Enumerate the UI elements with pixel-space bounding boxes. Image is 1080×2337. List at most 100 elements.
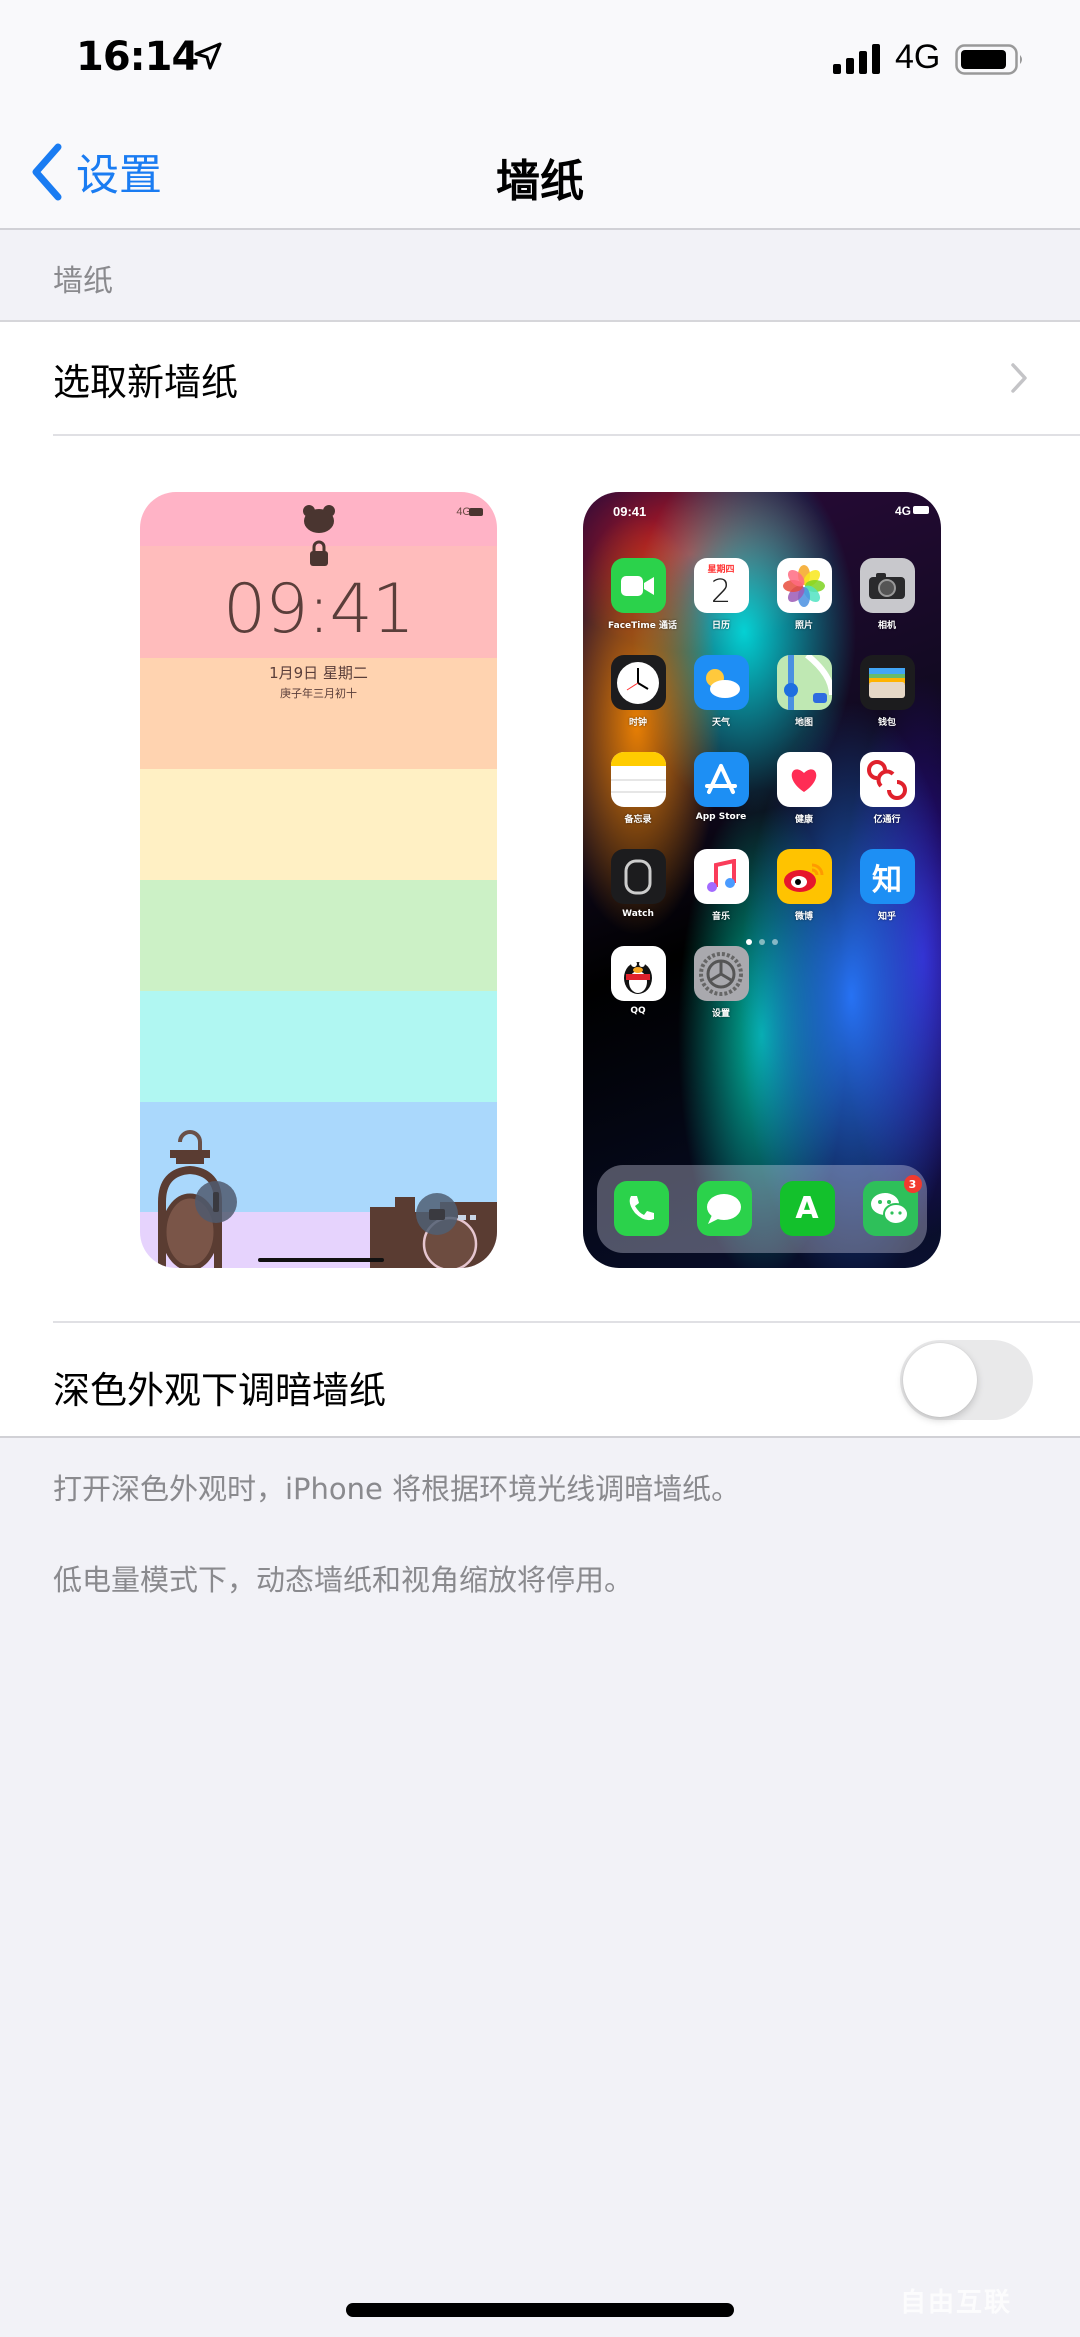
- app-label: 天气: [711, 718, 730, 728]
- app-label: 知乎: [877, 912, 896, 922]
- home-indicator[interactable]: [346, 2303, 734, 2317]
- battery-icon: [955, 44, 1022, 75]
- app-photos[interactable]: 照片: [774, 558, 834, 631]
- app-label: App Store: [695, 812, 747, 822]
- notification-badge: 3: [903, 1175, 922, 1193]
- health-icon: [776, 752, 832, 807]
- photos-icon: [776, 558, 832, 613]
- app-camera[interactable]: 相机: [857, 558, 917, 631]
- app-maps[interactable]: 地图: [774, 655, 834, 728]
- yitongxing-icon: [859, 752, 915, 807]
- messages-icon: [696, 1181, 752, 1236]
- qq-icon: [610, 946, 666, 1001]
- weibo-icon: [776, 849, 832, 904]
- divider: [53, 1321, 1080, 1323]
- dock-app-messages[interactable]: [694, 1181, 754, 1236]
- app-label: FaceTime 通话: [608, 621, 677, 631]
- app-label: 音乐: [711, 912, 730, 922]
- app-clock[interactable]: 时钟: [608, 655, 668, 728]
- app-watch[interactable]: Watch: [608, 849, 668, 919]
- lock-battery-icon: [469, 508, 483, 516]
- phone-icon: [613, 1181, 669, 1236]
- dim-wallpaper-label: 深色外观下调暗墙纸: [53, 1369, 386, 1412]
- app-store-icon: [693, 752, 749, 807]
- app-label: QQ: [630, 1006, 646, 1016]
- calendar-icon: 星期四 2: [693, 558, 749, 613]
- app-label: 亿通行: [873, 815, 901, 825]
- footer-note-dark-mode: 打开深色外观时，iPhone 将根据环境光线调暗墙纸。: [53, 1472, 741, 1506]
- page-dots: [583, 939, 941, 945]
- camera-icon: [859, 558, 915, 613]
- page-dot: [759, 939, 765, 945]
- wechat-icon: 3: [862, 1175, 922, 1236]
- app-label: 健康: [794, 815, 813, 825]
- maps-icon: [776, 655, 832, 710]
- lantern-camera-illustration: [158, 1130, 497, 1268]
- app-weibo[interactable]: 微博: [774, 849, 834, 922]
- wallet-icon: [859, 655, 915, 710]
- page-title: 墙纸: [496, 156, 584, 207]
- clock-icon: [610, 655, 666, 710]
- weather-icon: [693, 655, 749, 710]
- dock-app-phone[interactable]: [611, 1181, 671, 1236]
- lock-screen-preview[interactable]: 4G 09:41 1月9日 星期二 庚子年三月初十: [140, 492, 497, 1268]
- app-label: 相机: [877, 621, 896, 631]
- app-label: 照片: [794, 621, 813, 631]
- app-app-store[interactable]: App Store: [691, 752, 751, 822]
- app-settings[interactable]: 设置: [691, 946, 751, 1019]
- choose-new-wallpaper-label: 选取新墙纸: [53, 361, 238, 404]
- network-type: 4G: [895, 38, 941, 76]
- app-wallet[interactable]: 钱包: [857, 655, 917, 728]
- lock-icon: [310, 540, 328, 566]
- dim-wallpaper-toggle[interactable]: [900, 1340, 1033, 1420]
- zhihu-icon: 知: [859, 849, 915, 904]
- app-calendar[interactable]: 星期四 2 日历: [691, 558, 751, 631]
- status-time: 16:14: [76, 34, 199, 80]
- app-label: Watch: [622, 909, 654, 919]
- home-screen-preview[interactable]: 09:41 4G FaceTime 通话 星期四 2 日历 照片 相机时钟 天气 地图 钱包备忘…: [583, 492, 941, 1268]
- dock-app-wechat[interactable]: 3: [860, 1175, 922, 1236]
- divider: [53, 434, 1080, 436]
- app-label: 日历: [711, 621, 730, 631]
- notes-icon: [610, 752, 666, 807]
- app-zhihu[interactable]: 知知乎: [857, 849, 917, 922]
- cellular-signal-icon: [833, 44, 880, 74]
- app-health[interactable]: 健康: [774, 752, 834, 825]
- dock: A3: [597, 1165, 927, 1253]
- app-yitongxing[interactable]: 亿通行: [857, 752, 917, 825]
- app-label: 微博: [794, 912, 813, 922]
- wallpaper-stripe: [140, 769, 497, 880]
- location-arrow-icon: [194, 42, 222, 70]
- app-music[interactable]: 音乐: [691, 849, 751, 922]
- app-qq[interactable]: QQ: [608, 946, 668, 1016]
- wallpaper-stripe: [140, 991, 497, 1102]
- home-network: 4G: [894, 504, 911, 518]
- lock-home-indicator: [258, 1258, 384, 1262]
- app-notes[interactable]: 备忘录: [608, 752, 668, 825]
- lock-time: 09:41: [223, 570, 415, 649]
- app-label: 时钟: [628, 718, 647, 728]
- app-weather[interactable]: 天气: [691, 655, 751, 728]
- bear-head-icon: [303, 505, 335, 533]
- section-header: 墙纸: [53, 264, 113, 299]
- page-dot: [746, 939, 752, 945]
- watermark: 自由互联: [900, 2288, 1013, 2318]
- a-app-icon: A: [779, 1181, 835, 1236]
- dock-app-a-app[interactable]: A: [777, 1181, 837, 1236]
- wallpaper-stripe: [140, 880, 497, 991]
- lock-date: 1月9日 星期二: [269, 664, 368, 682]
- app-label: 地图: [794, 718, 813, 728]
- lock-lunar-date: 庚子年三月初十: [280, 687, 357, 700]
- home-battery-icon: [913, 506, 929, 514]
- app-facetime[interactable]: FaceTime 通话: [608, 558, 677, 631]
- music-icon: [693, 849, 749, 904]
- watch-icon: [610, 849, 666, 904]
- toggle-knob: [903, 1343, 977, 1417]
- chevron-right-icon: [1011, 363, 1027, 393]
- app-label: 备忘录: [624, 815, 652, 825]
- home-time: 09:41: [613, 504, 647, 519]
- app-label: 设置: [711, 1009, 730, 1019]
- app-label: 钱包: [877, 718, 896, 728]
- facetime-icon: [610, 558, 666, 613]
- settings-icon: [693, 946, 749, 1001]
